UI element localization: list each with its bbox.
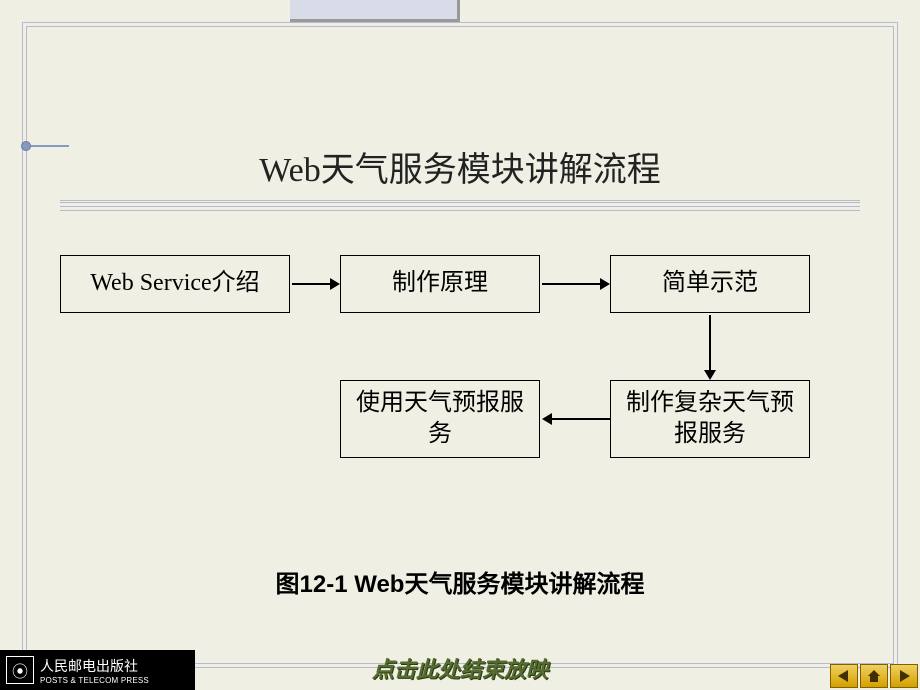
- nav-next-button[interactable]: [890, 664, 918, 688]
- end-slideshow-link[interactable]: 点击此处结束放映: [0, 652, 920, 684]
- nav-button-group: [830, 664, 918, 688]
- triangle-right-icon: [896, 668, 912, 684]
- triangle-left-icon: [836, 668, 852, 684]
- box-simple-demo: 简单示范: [610, 255, 810, 313]
- figure-caption: 图12-1 Web天气服务模块讲解流程: [0, 564, 920, 599]
- nav-home-button[interactable]: [860, 664, 888, 688]
- box-principle: 制作原理: [340, 255, 540, 313]
- box-complex-service: 制作复杂天气预报服务: [610, 380, 810, 458]
- nav-prev-button[interactable]: [830, 664, 858, 688]
- box-use-service: 使用天气预报服务: [340, 380, 540, 458]
- home-icon: [866, 668, 882, 684]
- box-web-service-intro: Web Service介绍: [60, 255, 290, 313]
